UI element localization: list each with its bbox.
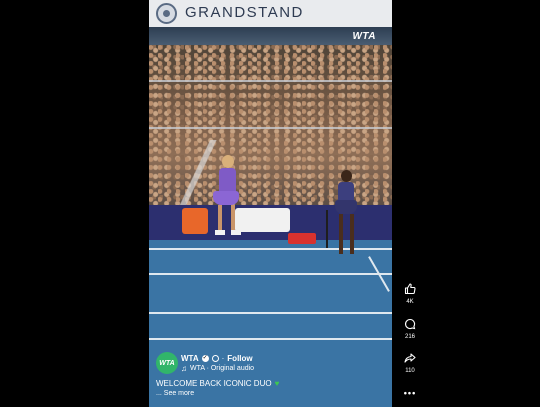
like-count: 4K	[406, 299, 414, 305]
share-arrow-icon	[398, 352, 422, 366]
crowd-stands	[149, 45, 392, 240]
courtside-cooler	[288, 233, 316, 244]
share-button[interactable]: 110	[398, 352, 422, 374]
account-name[interactable]: WTA	[181, 354, 199, 363]
caption-text-line: WELCOME BACK ICONIC DUO ♥	[156, 379, 279, 388]
stand-railing	[149, 80, 392, 82]
court-line	[149, 312, 392, 314]
account-line: WTA ✓ · Follow	[181, 354, 253, 363]
stadium-banner-text: GRANDSTAND	[185, 4, 304, 21]
comment-count: 216	[404, 334, 415, 340]
music-note-icon: ♫	[181, 364, 187, 373]
like-button[interactable]: 4K	[398, 283, 422, 305]
wta-watermark: WTA	[352, 31, 376, 42]
more-dots-icon[interactable]: •••	[398, 388, 422, 398]
video-player[interactable]: GRANDSTAND WTA	[149, 0, 392, 407]
sponsor-logo	[182, 208, 208, 234]
separator-dot: ·	[221, 354, 225, 363]
comment-icon	[398, 318, 422, 332]
court-line	[149, 338, 392, 340]
follow-button[interactable]: Follow	[227, 354, 252, 363]
verified-badge-icon: ✓	[201, 355, 209, 362]
stadium-banner: GRANDSTAND	[149, 0, 392, 27]
green-heart-icon: ♥	[274, 379, 280, 388]
audio-line[interactable]: ♫ WTA · Original audio	[181, 364, 254, 373]
reel-viewer: GRANDSTAND WTA WTA WTA ✓ · Follow ♫ WTA …	[0, 0, 540, 407]
audio-label: WTA · Original audio	[190, 365, 255, 372]
stadium-seal-icon	[156, 3, 177, 24]
comment-button[interactable]: 216	[398, 318, 422, 340]
account-avatar[interactable]: WTA	[156, 352, 178, 374]
collab-icon	[211, 355, 219, 362]
see-more-link[interactable]: ... See more	[156, 390, 194, 397]
court-line	[149, 248, 392, 250]
thumbs-up-icon	[398, 283, 422, 297]
stand-railing	[149, 127, 392, 129]
share-count: 110	[405, 368, 415, 374]
sponsor-banner	[235, 208, 290, 232]
court-line	[149, 273, 392, 275]
caption-text: WELCOME BACK ICONIC DUO	[156, 379, 272, 388]
